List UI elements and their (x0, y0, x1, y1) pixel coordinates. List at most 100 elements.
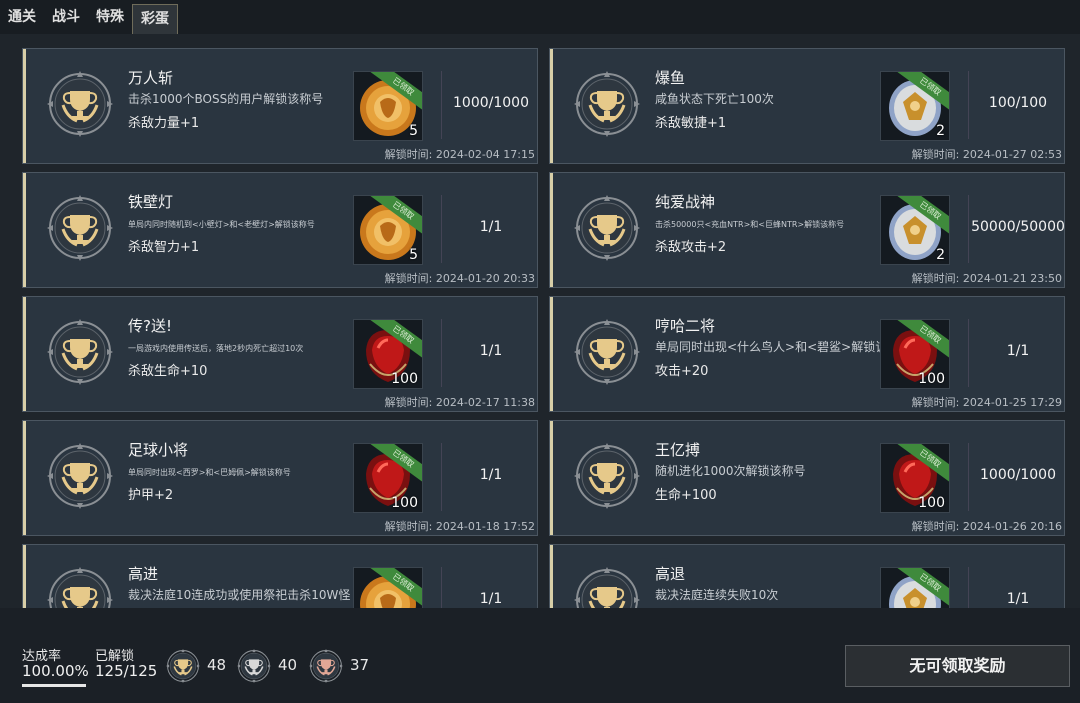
achievement-description: 咸鱼状态下死亡100次 (655, 92, 774, 106)
gold-trophy-icon (165, 648, 201, 684)
trophy-icon (45, 317, 115, 387)
achievement-card[interactable]: 王亿搏 随机进化1000次解锁该称号 生命+100 已领取 100 1000/1000 解锁… (549, 420, 1065, 536)
achievement-title: 高退 (655, 565, 686, 583)
reward-item-slot[interactable]: 已领取 5 (353, 195, 423, 265)
divider (968, 71, 969, 139)
unlock-time: 解锁时间: 2024-01-20 20:33 (385, 270, 535, 286)
achievement-progress: 1/1 (479, 591, 503, 607)
reward-item-slot[interactable]: 已领取 5 (353, 71, 423, 141)
achievement-description: 单局同时出现<西罗>和<巴姆佩>解锁该称号 (128, 468, 291, 477)
item-quantity: 100 (391, 495, 418, 511)
silver-trophy-icon (236, 648, 272, 684)
unlock-time-prefix: 解锁时间: (911, 272, 960, 285)
achievement-title: 万人斩 (128, 69, 174, 87)
unlock-time-value: 2024-02-04 17:15 (435, 148, 535, 161)
achievement-card[interactable]: 铁壁灯 单局内同时随机到<小壁灯>和<老壁灯>解锁该称号 杀敌智力+1 已领取 5 1/1… (22, 172, 538, 288)
unlock-time: 解锁时间: 2024-01-26 20:16 (912, 518, 1062, 534)
achievement-reward: 杀敌智力+1 (128, 240, 200, 255)
unlock-time-prefix: 解锁时间: (384, 272, 433, 285)
achievement-progress: 1/1 (1006, 343, 1030, 359)
reward-item-slot[interactable]: 已领取 2 (880, 195, 950, 265)
achievement-description: 击杀50000只<充血NTR>和<巨蜂NTR>解锁该称号 (655, 220, 845, 229)
tab-special[interactable]: 特殊 (88, 0, 132, 34)
gold-trophy-count: 48 (207, 656, 227, 674)
card-accent (23, 421, 26, 535)
silver-trophy-count: 40 (278, 656, 298, 674)
achievement-card[interactable]: 高进 裁决法庭10连成功或使用祭祀击杀10W怪 已领取 1/1 (22, 544, 538, 608)
achievement-progress: 1/1 (1006, 591, 1030, 607)
unlock-time-prefix: 解锁时间: (911, 520, 960, 533)
item-quantity: 100 (391, 371, 418, 387)
item-quantity: 5 (409, 123, 418, 139)
achievement-card[interactable]: 纯爱战神 击杀50000只<充血NTR>和<巨蜂NTR>解锁该称号 杀敌攻击+2 已领… (549, 172, 1065, 288)
achievement-card[interactable]: 足球小将 单局同时出现<西罗>和<巴姆佩>解锁该称号 护甲+2 已领取 100 1/1 解锁… (22, 420, 538, 536)
achievement-progress: 1000/1000 (980, 467, 1056, 483)
category-tabs: 通关 战斗 特殊 彩蛋 (0, 0, 1080, 34)
achievement-title: 纯爱战神 (655, 193, 716, 211)
card-accent (550, 49, 553, 163)
item-quantity: 100 (918, 371, 945, 387)
divider (968, 443, 969, 511)
achievement-reward: 杀敌力量+1 (128, 116, 200, 131)
reward-item-slot[interactable]: 已领取 100 (880, 319, 950, 389)
claim-reward-button[interactable]: 无可领取奖励 (845, 645, 1070, 687)
item-quantity: 2 (936, 247, 945, 263)
trophy-icon (572, 565, 642, 608)
reward-item-slot[interactable]: 已领取 100 (353, 319, 423, 389)
unlock-time: 解锁时间: 2024-01-27 02:53 (912, 146, 1062, 162)
achievement-card[interactable]: 高退裁决法庭连续失败10次 已领取 1/1 (549, 544, 1065, 608)
trophy-icon (572, 69, 642, 139)
bronze-trophy-icon (308, 648, 344, 684)
divider (441, 567, 442, 608)
achievement-progress: 1/1 (479, 467, 503, 483)
achievement-card[interactable]: 爆鱼 咸鱼状态下死亡100次 杀敌敏捷+1 已领取 2 100/100 解锁时间: 2024… (549, 48, 1065, 164)
reward-item-slot[interactable]: 已领取 2 (880, 71, 950, 141)
item-quantity: 5 (409, 247, 418, 263)
reward-item-slot[interactable]: 已领取 100 (880, 443, 950, 513)
trophy-icon (572, 441, 642, 511)
unlock-time-value: 2024-01-27 02:53 (962, 148, 1062, 161)
card-accent (23, 545, 26, 608)
trophy-icon (45, 193, 115, 263)
achievement-title: 哼哈二将 (655, 317, 716, 335)
achievement-progress: 1/1 (479, 219, 503, 235)
reward-item-slot[interactable]: 已领取 (353, 567, 423, 608)
unlock-time-value: 2024-02-17 11:38 (435, 396, 535, 409)
achievement-card[interactable]: 哼哈二将单局同时出现<什么鸟人>和<碧鲨>解锁该称号攻击+20 已领取100 1/1… (549, 296, 1065, 412)
achievement-title: 爆鱼 (655, 69, 686, 87)
unlock-time: 解锁时间: 2024-01-25 17:29 (912, 394, 1062, 410)
achievement-description: 单局内同时随机到<小壁灯>和<老壁灯>解锁该称号 (128, 220, 315, 229)
unlock-time-prefix: 解锁时间: (384, 148, 433, 161)
achievement-description: 单局同时出现<什么鸟人>和<碧鲨>解锁该称号 (655, 340, 885, 354)
achievement-reward: 攻击+20 (655, 364, 709, 379)
tab-easter-egg[interactable]: 彩蛋 (132, 4, 178, 34)
unlock-time-value: 2024-01-18 17:52 (435, 520, 535, 533)
unlock-time-value: 2024-01-20 20:33 (435, 272, 535, 285)
unlock-time: 解锁时间: 2024-01-21 23:50 (912, 270, 1062, 286)
trophy-icon (45, 69, 115, 139)
achievement-reward: 生命+100 (655, 488, 717, 503)
unlock-time-prefix: 解锁时间: (911, 396, 960, 409)
tab-clear[interactable]: 通关 (0, 0, 44, 34)
card-accent (550, 173, 553, 287)
achievement-list[interactable]: 万人斩 击杀1000个BOSS的用户解锁该称号 杀敌力量+1 已领取 5 1000/100… (22, 48, 1072, 608)
divider (968, 319, 969, 387)
achievement-title: 传?送! (128, 317, 172, 335)
unlock-time: 解锁时间: 2024-01-18 17:52 (385, 518, 535, 534)
achievement-progress: 100/100 (988, 95, 1048, 111)
reward-item-slot[interactable]: 已领取 100 (353, 443, 423, 513)
achievement-description: 一局游戏内使用传送后，落地2秒内死亡超过10次 (128, 344, 304, 353)
achievement-card[interactable]: 万人斩 击杀1000个BOSS的用户解锁该称号 杀敌力量+1 已领取 5 1000/100… (22, 48, 538, 164)
achievement-card[interactable]: 传?送! 一局游戏内使用传送后，落地2秒内死亡超过10次 杀敌生命+10 已领取 100… (22, 296, 538, 412)
unlocked-value: 125/125 (95, 662, 158, 680)
unlock-time-prefix: 解锁时间: (384, 520, 433, 533)
unlock-time-prefix: 解锁时间: (384, 396, 433, 409)
divider (441, 195, 442, 263)
achievement-title: 王亿搏 (655, 441, 701, 459)
trophy-icon (572, 193, 642, 263)
tab-battle[interactable]: 战斗 (44, 0, 88, 34)
reward-item-slot[interactable]: 已领取 (880, 567, 950, 608)
trophy-icon (45, 441, 115, 511)
item-quantity: 100 (918, 495, 945, 511)
achievement-description: 裁决法庭连续失败10次 (655, 588, 779, 602)
